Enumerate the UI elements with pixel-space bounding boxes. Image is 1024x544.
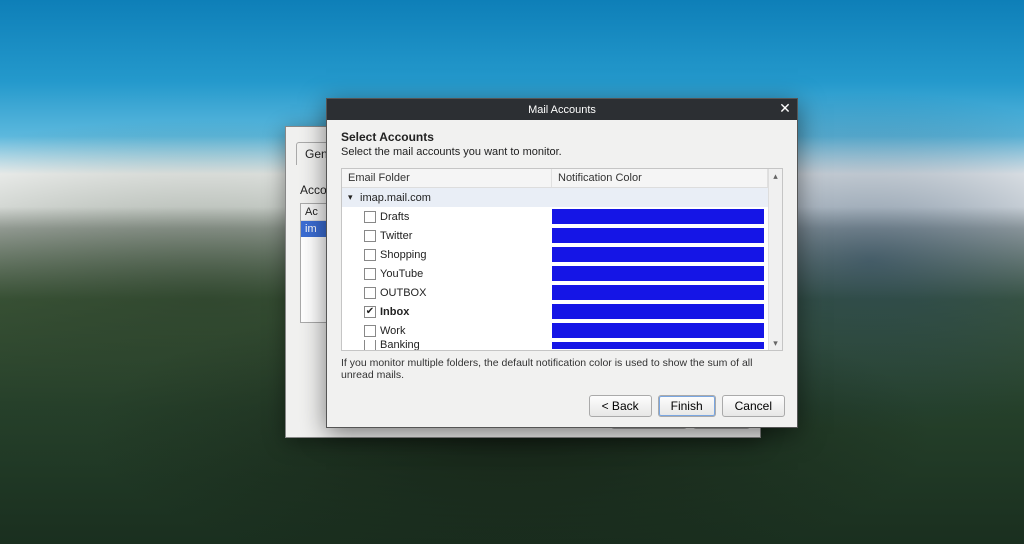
folder-checkbox[interactable]: ✔ (364, 306, 376, 318)
table-row[interactable]: OUTBOX (342, 283, 768, 302)
close-icon[interactable]: ✕ (777, 101, 793, 117)
wizard-heading: Select Accounts (341, 130, 783, 144)
folder-checkbox[interactable] (364, 268, 376, 280)
table-row[interactable]: Work (342, 321, 768, 340)
table-row[interactable]: Banking (342, 340, 768, 350)
table-row[interactable]: Twitter (342, 226, 768, 245)
chevron-down-icon[interactable]: ▾ (348, 192, 356, 203)
tree-root-label: imap.mail.com (360, 192, 431, 204)
folder-checkbox[interactable] (364, 340, 376, 350)
color-swatch[interactable] (552, 304, 764, 319)
scroll-up-icon[interactable]: ▴ (769, 169, 782, 183)
finish-button[interactable]: Finish (658, 395, 716, 417)
color-swatch[interactable] (552, 228, 764, 243)
color-swatch[interactable] (552, 247, 764, 262)
column-header-color[interactable]: Notification Color (552, 169, 768, 187)
wizard-subtext: Select the mail accounts you want to mon… (341, 146, 783, 158)
folder-name: Work (380, 325, 405, 337)
scrollbar[interactable]: ▴ ▾ (768, 169, 782, 350)
cancel-button[interactable]: Cancel (722, 395, 785, 417)
folder-checkbox[interactable] (364, 325, 376, 337)
color-swatch[interactable] (552, 342, 764, 349)
column-header-folder[interactable]: Email Folder (342, 169, 552, 187)
back-button[interactable]: < Back (589, 395, 652, 417)
table-row[interactable]: ▾ imap.mail.com (342, 188, 768, 207)
color-swatch[interactable] (552, 266, 764, 281)
table-row[interactable]: Drafts (342, 207, 768, 226)
folder-name: Drafts (380, 211, 409, 223)
folder-name: OUTBOX (380, 287, 426, 299)
folder-table: Email Folder Notification Color ▾ imap.m… (341, 168, 783, 351)
color-swatch[interactable] (552, 209, 764, 224)
folder-name: Shopping (380, 249, 427, 261)
color-swatch[interactable] (552, 323, 764, 338)
table-row[interactable]: Shopping (342, 245, 768, 264)
scroll-down-icon[interactable]: ▾ (769, 336, 782, 350)
table-row[interactable]: ✔ Inbox (342, 302, 768, 321)
color-swatch[interactable] (552, 285, 764, 300)
folder-checkbox[interactable] (364, 249, 376, 261)
folder-name: YouTube (380, 268, 423, 280)
folder-checkbox[interactable] (364, 287, 376, 299)
folder-name: Twitter (380, 230, 412, 242)
dialog-title: Mail Accounts (528, 104, 596, 116)
table-row[interactable]: YouTube (342, 264, 768, 283)
mail-accounts-dialog: Mail Accounts ✕ Select Accounts Select t… (326, 98, 798, 428)
folder-checkbox[interactable] (364, 211, 376, 223)
hint-text: If you monitor multiple folders, the def… (341, 357, 783, 381)
folder-name: Banking (380, 340, 420, 350)
titlebar[interactable]: Mail Accounts ✕ (327, 99, 797, 120)
folder-checkbox[interactable] (364, 230, 376, 242)
scroll-track[interactable] (769, 183, 782, 336)
folder-name: Inbox (380, 306, 409, 318)
